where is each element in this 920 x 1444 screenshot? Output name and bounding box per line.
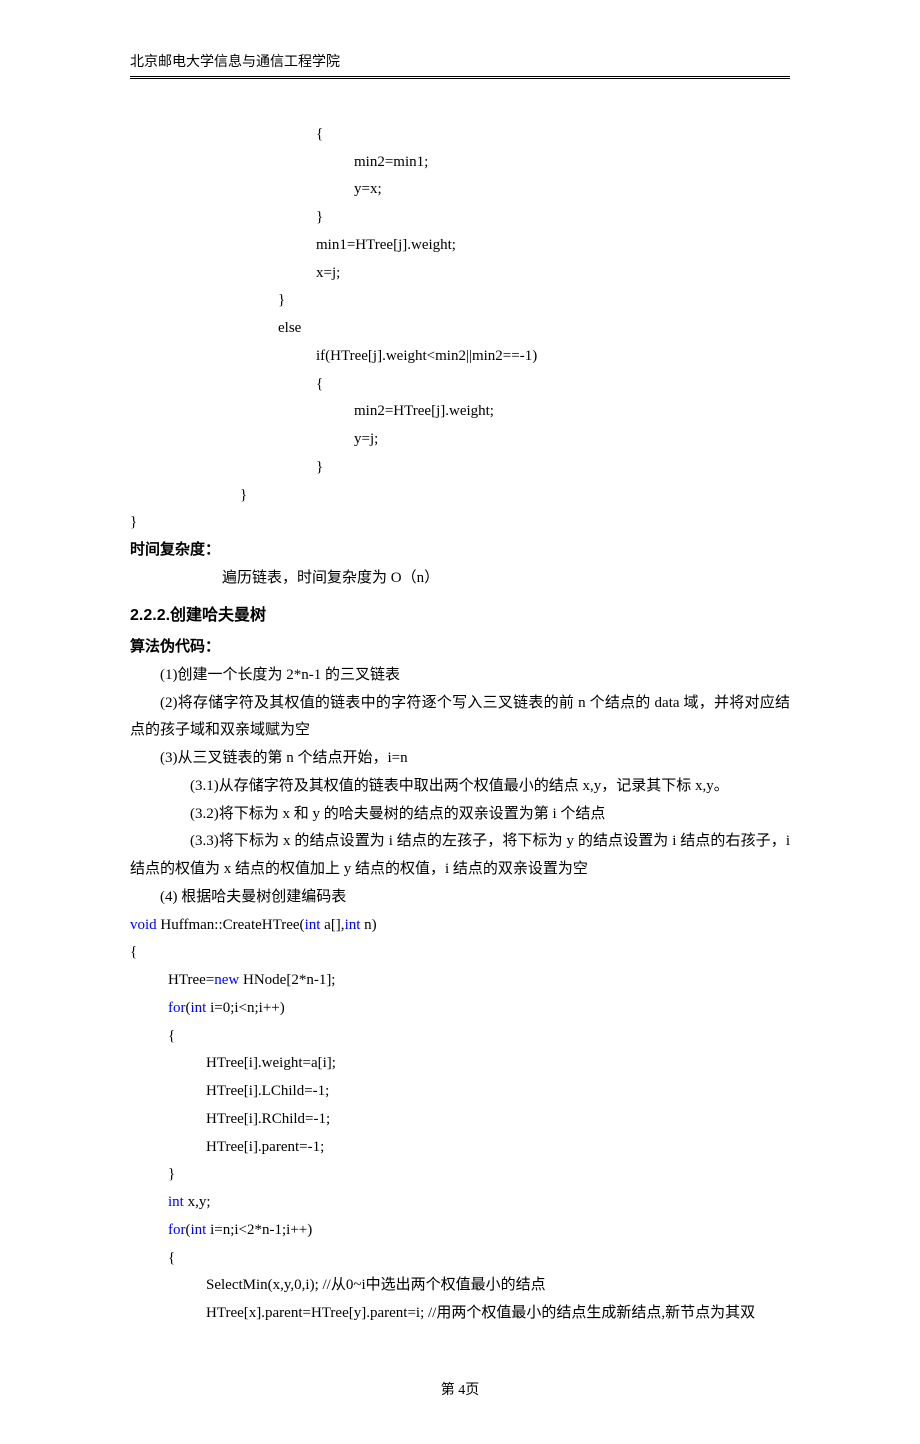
pseudo-step: (3)从三叉链表的第 n 个结点开始，i=n [130, 745, 790, 773]
code-line: SelectMin(x,y,0,i); //从0~i中选出两个权值最小的结点 [130, 1272, 790, 1300]
code-line: HTree[i].parent=-1; [130, 1134, 790, 1162]
pseudo-substep: (3.3)将下标为 x 的结点设置为 i 结点的左孩子，将下标为 y 的结点设置… [130, 828, 790, 884]
code-line: x=j; [130, 260, 790, 288]
code-line: void Huffman::CreateHTree(int a[],int n) [130, 912, 790, 940]
code-line: } [130, 204, 790, 232]
keyword-int: int [305, 917, 321, 933]
keyword-int: int [345, 917, 361, 933]
code-line: } [130, 509, 790, 537]
page-footer: 第 4页 [130, 1378, 790, 1404]
code-line: y=j; [130, 426, 790, 454]
code-line: { [130, 1023, 790, 1051]
header-rule-thick [130, 76, 790, 77]
section-title-text: 创建哈夫曼树 [170, 607, 266, 624]
code-line: int x,y; [130, 1189, 790, 1217]
code-line: for(int i=n;i<2*n-1;i++) [130, 1217, 790, 1245]
header-rule-thin [130, 78, 790, 79]
code-line: HTree[i].RChild=-1; [130, 1106, 790, 1134]
code-line: min2=HTree[j].weight; [130, 398, 790, 426]
pseudo-step: (1)创建一个长度为 2*n-1 的三叉链表 [130, 662, 790, 690]
code-line: { [130, 121, 790, 149]
code-line: { [130, 371, 790, 399]
pseudo-substep: (3.2)将下标为 x 和 y 的哈夫曼树的结点的双亲设置为第 i 个结点 [130, 801, 790, 829]
time-complexity-section: 时间复杂度： 遍历链表，时间复杂度为 O（n） [130, 537, 790, 593]
code-line: min1=HTree[j].weight; [130, 232, 790, 260]
section-heading: 2.2.2.创建哈夫曼树 [130, 601, 790, 631]
code-line: if(HTree[j].weight<min2||min2==-1) [130, 343, 790, 371]
keyword-for: for [168, 1222, 186, 1238]
code-line: else [130, 315, 790, 343]
keyword-for: for [168, 1000, 186, 1016]
code-line: HTree[i].weight=a[i]; [130, 1050, 790, 1078]
keyword-int: int [191, 1222, 207, 1238]
code-line: HTree[x].parent=HTree[y].parent=i; //用两个… [130, 1300, 790, 1328]
code-line: } [130, 287, 790, 315]
code-line: min2=min1; [130, 149, 790, 177]
keyword-void: void [130, 917, 157, 933]
code-line: } [130, 1161, 790, 1189]
pseudo-step: (2)将存储字符及其权值的链表中的字符逐个写入三叉链表的前 n 个结点的 dat… [130, 690, 790, 746]
institution-name: 北京邮电大学信息与通信工程学院 [130, 55, 340, 70]
complexity-label: 时间复杂度： [130, 537, 790, 565]
code-block-1: { min2=min1; y=x; } min1=HTree[j].weight… [130, 121, 790, 537]
code-line: } [130, 454, 790, 482]
code-line: y=x; [130, 176, 790, 204]
code-line: for(int i=0;i<n;i++) [130, 995, 790, 1023]
pseudo-label: 算法伪代码： [130, 634, 790, 662]
code-line: HTree[i].LChild=-1; [130, 1078, 790, 1106]
page-number: 第 4页 [441, 1383, 480, 1398]
page-header: 北京邮电大学信息与通信工程学院 [130, 50, 790, 81]
code-block-2: void Huffman::CreateHTree(int a[],int n)… [130, 912, 790, 1328]
code-line: { [130, 1245, 790, 1273]
pseudo-substep: (3.1)从存储字符及其权值的链表中取出两个权值最小的结点 x,y，记录其下标 … [130, 773, 790, 801]
keyword-new: new [214, 972, 239, 988]
pseudo-step: (4) 根据哈夫曼树创建编码表 [130, 884, 790, 912]
keyword-int: int [191, 1000, 207, 1016]
code-line: } [130, 482, 790, 510]
pseudocode-section: 算法伪代码： (1)创建一个长度为 2*n-1 的三叉链表 (2)将存储字符及其… [130, 634, 790, 912]
keyword-int: int [168, 1194, 184, 1210]
code-line: { [130, 939, 790, 967]
code-line: HTree=new HNode[2*n-1]; [130, 967, 790, 995]
section-number: 2.2.2. [130, 607, 170, 624]
complexity-text: 遍历链表，时间复杂度为 O（n） [130, 565, 790, 593]
